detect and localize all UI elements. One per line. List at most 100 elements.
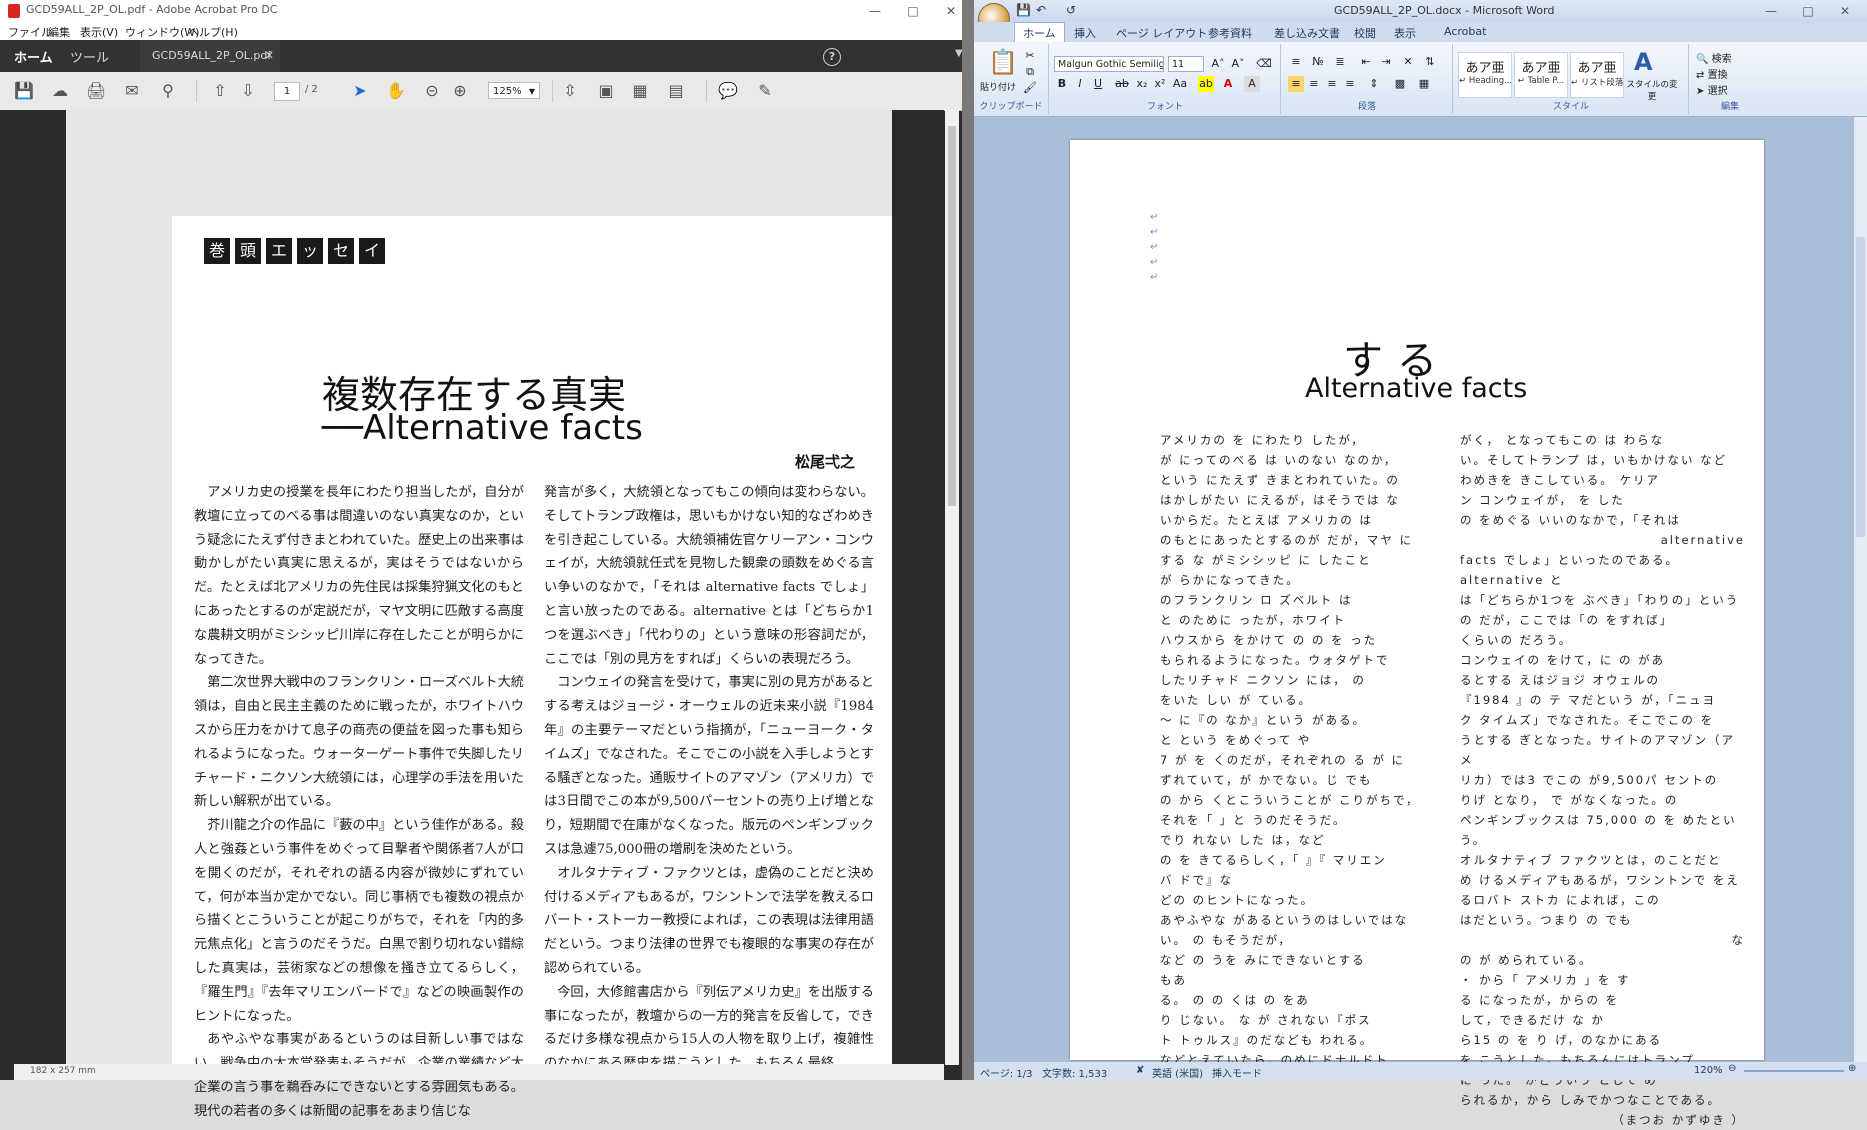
change-case-icon[interactable]: Aa <box>1172 76 1188 92</box>
zoom-select[interactable]: 125% ▼ <box>488 82 540 99</box>
maximize-button[interactable]: □ <box>894 0 932 22</box>
next-page-icon[interactable]: ⇩ <box>238 81 258 101</box>
page-number-input[interactable]: 1 <box>274 82 300 101</box>
tab-word-home[interactable]: ホーム <box>1014 22 1065 42</box>
fullscreen-icon[interactable]: ▦ <box>630 81 650 101</box>
redo-icon[interactable]: ↺ <box>1066 3 1076 17</box>
fit-page-icon[interactable]: ▣ <box>596 81 616 101</box>
proofing-icon[interactable]: ✘ <box>1136 1065 1144 1076</box>
bullets-icon[interactable]: ≡ <box>1288 54 1304 70</box>
menu-file[interactable]: ファイル <box>8 24 52 40</box>
comment-icon[interactable]: 💬 <box>718 81 738 101</box>
menu-view[interactable]: 表示(V) <box>80 24 118 40</box>
multilevel-list-icon[interactable]: ≣ <box>1332 54 1348 70</box>
distributed-icon[interactable]: ≡ <box>1342 76 1358 92</box>
decrease-indent-icon[interactable]: ⇤ <box>1358 54 1374 70</box>
tab-document[interactable]: GCD59ALL_2P_OL.pdf ✕ <box>140 40 280 72</box>
zoom-in-icon[interactable]: ⊕ <box>1848 1063 1856 1074</box>
numbering-icon[interactable]: № <box>1310 54 1326 70</box>
tab-page-layout[interactable]: ページ レイアウト <box>1116 25 1207 41</box>
grow-font-icon[interactable]: A˄ <box>1210 56 1226 72</box>
quick-save-icon[interactable]: 💾 <box>1016 3 1031 17</box>
word-minimize-button[interactable]: — <box>1752 0 1790 22</box>
style-list-paragraph[interactable]: あア亜 ↵ リスト段落 <box>1570 52 1624 98</box>
format-painter-icon[interactable]: 🖌 <box>1022 80 1038 96</box>
tab-close-icon[interactable]: ✕ <box>265 40 274 72</box>
tab-review[interactable]: 校閲 <box>1354 25 1376 41</box>
change-styles-icon[interactable]: A <box>1634 48 1653 76</box>
undo-icon[interactable]: ↶ <box>1036 3 1046 17</box>
word-close-button[interactable]: ✕ <box>1826 0 1864 22</box>
italic-icon[interactable]: I <box>1072 76 1088 92</box>
style-table[interactable]: あア亜 ↵ Table P... <box>1514 52 1568 98</box>
prev-page-icon[interactable]: ⇧ <box>210 81 230 101</box>
find-button[interactable]: 🔍 検索 <box>1696 50 1732 65</box>
menu-edit[interactable]: 編集 <box>48 24 70 40</box>
shrink-font-icon[interactable]: A˅ <box>1230 56 1246 72</box>
subscript-icon[interactable]: x₂ <box>1134 76 1150 92</box>
superscript-icon[interactable]: x² <box>1152 76 1168 92</box>
status-page[interactable]: ページ: 1/3 <box>980 1065 1032 1080</box>
bold-icon[interactable]: B <box>1054 76 1070 92</box>
status-word-count[interactable]: 文字数: 1,533 <box>1042 1065 1107 1080</box>
copy-icon[interactable]: ⧉ <box>1022 64 1038 80</box>
tab-insert[interactable]: 挿入 <box>1074 25 1096 41</box>
tab-mailings[interactable]: 差し込み文書 <box>1274 25 1340 41</box>
align-justify-icon[interactable]: ≡ <box>1288 76 1304 92</box>
paste-icon[interactable]: 📋 <box>988 48 1018 76</box>
shading-icon[interactable]: ▩ <box>1392 76 1408 92</box>
tab-references[interactable]: 参考資料 <box>1208 25 1252 41</box>
highlight-icon[interactable]: ab <box>1198 76 1214 92</box>
print-icon[interactable]: 🖨 <box>86 81 106 101</box>
increase-indent-icon[interactable]: ⇥ <box>1378 54 1394 70</box>
menu-help[interactable]: ヘルプ(H) <box>188 24 238 40</box>
sort-icon[interactable]: ⇅ <box>1422 54 1438 70</box>
cut-icon[interactable]: ✂ <box>1022 48 1038 64</box>
vertical-scrollbar[interactable] <box>945 110 959 1065</box>
mail-icon[interactable]: ✉ <box>122 81 142 101</box>
save-icon[interactable]: 💾 <box>14 81 34 101</box>
style-heading[interactable]: あア亜 ↵ Heading... <box>1458 52 1512 98</box>
replace-button[interactable]: ⇄ 置換 <box>1696 66 1728 81</box>
zoom-in-icon[interactable]: ⊕ <box>450 81 470 101</box>
zoom-level[interactable]: 120% <box>1694 1065 1723 1076</box>
tab-tools[interactable]: ツール <box>70 47 109 66</box>
minimize-button[interactable]: — <box>856 0 894 22</box>
tab-acrobat[interactable]: Acrobat <box>1444 25 1486 38</box>
scrollbar-thumb[interactable] <box>948 126 956 506</box>
font-name-select[interactable]: Malgun Gothic Semilig <box>1054 56 1164 72</box>
help-icon[interactable]: ? <box>823 48 841 66</box>
search-icon[interactable]: ⚲ <box>158 81 178 101</box>
word-scrollbar-thumb[interactable] <box>1856 237 1865 537</box>
pen-icon[interactable]: ✎ <box>755 81 775 101</box>
paste-button[interactable]: 貼り付け <box>980 80 1016 93</box>
line-spacing-icon[interactable]: ⇕ <box>1366 76 1382 92</box>
scroll-mode-icon[interactable]: ⇳ <box>560 81 580 101</box>
font-size-select[interactable]: 11 <box>1168 56 1204 72</box>
tab-view[interactable]: 表示 <box>1394 25 1416 41</box>
align-right-icon[interactable]: ≡ <box>1324 76 1340 92</box>
tab-home[interactable]: ホーム <box>14 47 53 66</box>
asian-layout-icon[interactable]: ✕ <box>1400 54 1416 70</box>
zoom-out-icon[interactable]: ⊝ <box>422 81 442 101</box>
font-color-icon[interactable]: A <box>1220 76 1236 92</box>
read-mode-icon[interactable]: ▤ <box>666 81 686 101</box>
zoom-slider[interactable] <box>1744 1070 1844 1072</box>
align-center-icon[interactable]: ≡ <box>1306 76 1322 92</box>
status-insert-mode[interactable]: 挿入モード <box>1212 1065 1262 1080</box>
char-shading-icon[interactable]: A <box>1244 76 1260 92</box>
hand-tool-icon[interactable]: ✋ <box>386 81 406 101</box>
clear-format-icon[interactable]: ⌫ <box>1256 56 1272 72</box>
zoom-out-icon[interactable]: ⊖ <box>1728 1063 1736 1074</box>
left-panel-collapsed[interactable] <box>0 110 14 1070</box>
underline-icon[interactable]: U <box>1090 76 1106 92</box>
word-vertical-scrollbar[interactable] <box>1854 117 1867 1062</box>
borders-icon[interactable]: ▦ <box>1416 76 1432 92</box>
select-cursor-icon[interactable]: ➤ <box>350 81 370 101</box>
status-language[interactable]: 英語 (米国) <box>1152 1065 1203 1080</box>
upload-cloud-icon[interactable]: ☁ <box>50 81 70 101</box>
window-divider[interactable] <box>962 0 974 1080</box>
select-button[interactable]: ➤ 選択 <box>1696 82 1728 97</box>
word-maximize-button[interactable]: □ <box>1789 0 1827 22</box>
strikethrough-icon[interactable]: ab <box>1114 76 1130 92</box>
